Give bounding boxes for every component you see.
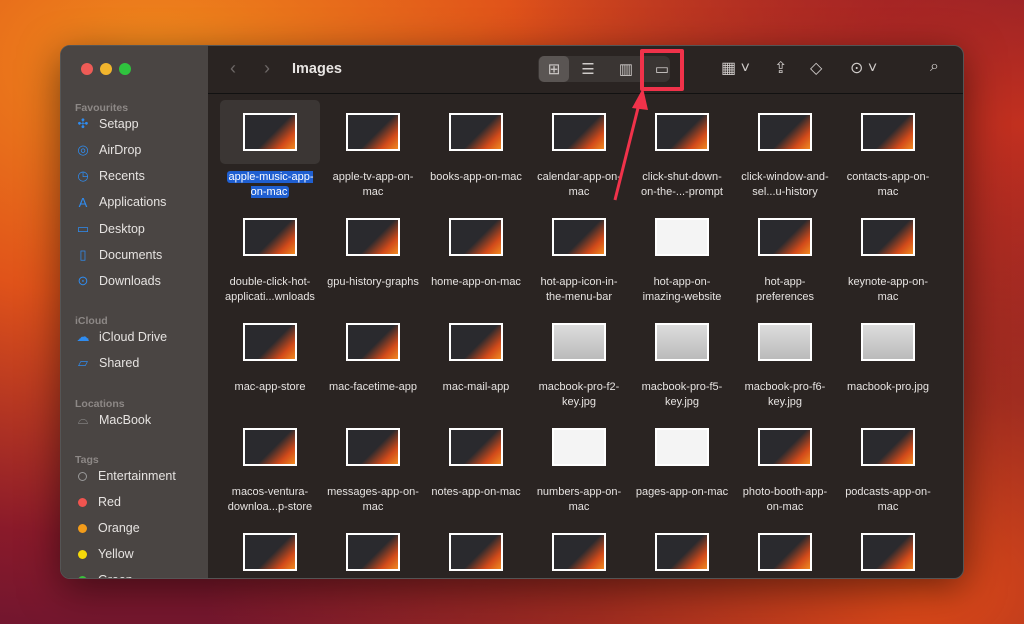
annotation-arrow [613,88,648,201]
